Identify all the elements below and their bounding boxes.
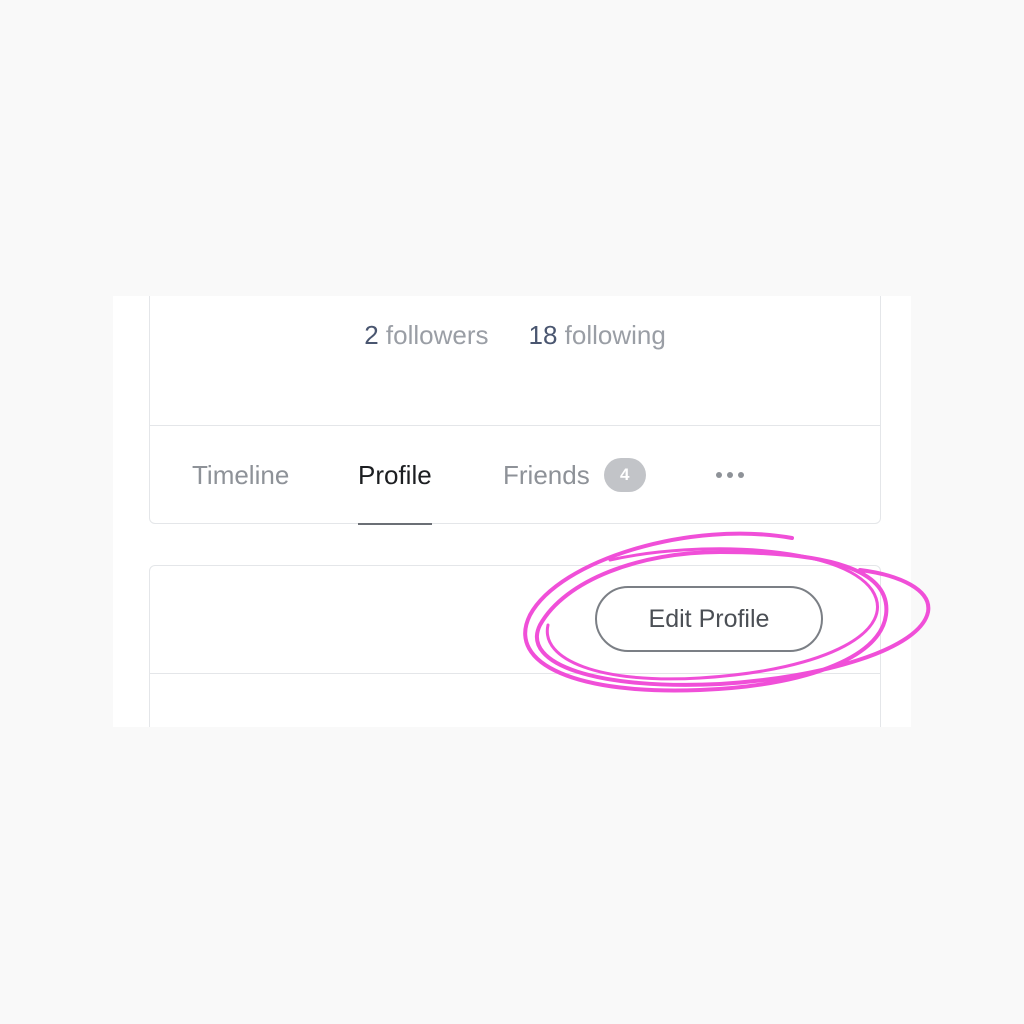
tab-friends[interactable]: Friends 4	[503, 426, 646, 524]
tab-friends-label: Friends	[503, 459, 590, 490]
tab-profile-label: Profile	[358, 459, 432, 490]
followers-stat[interactable]: 2 followers	[364, 320, 488, 351]
profile-tabs: Timeline Profile Friends 4	[150, 426, 880, 525]
more-tabs-button[interactable]	[716, 426, 744, 524]
tab-timeline-label: Timeline	[192, 459, 290, 490]
edit-profile-button[interactable]: Edit Profile	[595, 586, 823, 652]
follow-stats: 2 followers 18 following	[150, 315, 880, 355]
stage: 2 followers 18 following Timeline Profil…	[0, 0, 1024, 1024]
following-count: 18	[528, 319, 558, 350]
profile-screenshot: 2 followers 18 following Timeline Profil…	[113, 296, 911, 727]
tab-timeline[interactable]: Timeline	[192, 426, 289, 524]
action-card-divider	[150, 673, 880, 674]
tab-profile[interactable]: Profile	[358, 426, 432, 525]
followers-label: followers	[385, 319, 489, 350]
following-label: following	[564, 319, 666, 350]
followers-count: 2	[364, 319, 379, 350]
following-stat[interactable]: 18 following	[528, 320, 665, 351]
profile-actions-card: Edit Profile	[149, 565, 881, 727]
profile-header-card: 2 followers 18 following Timeline Profil…	[149, 296, 881, 525]
active-tab-underline	[358, 523, 432, 525]
more-horizontal-icon	[716, 472, 744, 478]
friends-count-badge: 4	[603, 458, 646, 492]
